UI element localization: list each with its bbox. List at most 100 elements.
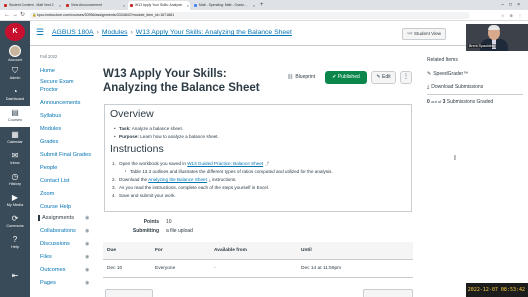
browser-tab-strip: Student Content - Matt Vest 2 × View Ann… — [0, 0, 528, 10]
course-nav-secure-exam[interactable]: Secure Exam — [40, 79, 74, 85]
course-nav-discussions[interactable]: Discussions ◉ — [40, 241, 89, 247]
instruction-step-3: 3. As you read the instructions, complet… — [112, 185, 270, 190]
window-controls[interactable]: –□× — [501, 0, 525, 10]
browser-tab[interactable]: Student Content - Matt Vest 2 × — [2, 1, 62, 10]
points-label: Points — [143, 219, 159, 225]
collapse-icon: ⇤ — [11, 271, 19, 280]
course-navigation: Fall 2022 Home Secure Exam Proctor Annou… — [30, 47, 98, 297]
institution-logo[interactable]: K — [5, 23, 25, 41]
until-cell: Dec 14 at 11:59pm — [301, 266, 342, 271]
global-nav-admin[interactable]: ⛉ Admin — [0, 66, 30, 80]
inbox-icon: ✉ — [11, 151, 19, 160]
global-nav-inbox[interactable]: ✉ Inbox — [0, 151, 30, 165]
course-nav-assignments[interactable]: Assignments ◉ — [38, 215, 89, 221]
browser-tab[interactable]: Matt - Spending: Matt - Grado... × — [192, 1, 256, 10]
new-tab-button[interactable]: + — [260, 1, 264, 9]
hamburger-menu-icon[interactable]: ☰ — [36, 27, 44, 38]
address-bar[interactable]: 🔒 kpcc.instructure.com/courses/30956/ass… — [30, 12, 470, 19]
external-link-icon: ⤴ — [265, 161, 270, 166]
analyzing-balance-sheet-link[interactable]: Analyzing the Balance Sheet — [148, 177, 207, 182]
course-nav-grades[interactable]: Grades — [40, 139, 58, 145]
guided-practice-link[interactable]: W13 Guided Practice: Balance Sheet — [187, 161, 263, 166]
instruction-step-4: 4. Save and submit your work. — [112, 193, 176, 198]
breadcrumb-separator-icon: › — [130, 29, 133, 36]
course-nav-modules[interactable]: Modules — [40, 126, 61, 132]
download-submissions-link[interactable]: ⤓ Download Submissions — [427, 84, 483, 90]
assignment-description: Overview Task: Analyze a balance sheet. … — [104, 104, 412, 212]
course-nav-files[interactable]: Files ◉ — [40, 254, 89, 260]
shield-icon: ⛉ — [12, 66, 18, 75]
breadcrumb-modules[interactable]: Modules — [102, 29, 128, 36]
course-nav-people[interactable]: People — [40, 165, 57, 171]
related-items-heading: Related Items — [427, 57, 458, 63]
sheets-favicon-icon — [194, 4, 197, 7]
edit-button[interactable]: ✎ Edit — [371, 71, 396, 84]
instruction-substep: Table 13.3 outlines and illustrates the … — [125, 169, 333, 174]
blueprint-icon: ⛓ — [287, 74, 294, 80]
course-header: ☰ AGBUS 180A › Modules › W13 Apply Your Skil… — [30, 21, 528, 46]
breadcrumb-course[interactable]: AGBUS 180A — [52, 29, 94, 36]
available-from-cell: - — [214, 266, 216, 271]
close-tab-icon[interactable]: × — [187, 1, 189, 10]
global-nav-my-media[interactable]: ▶ My Media — [0, 193, 30, 207]
global-navigation: K Account ⛉ Admin ◔ Dashboard ▤ Courses … — [0, 21, 30, 297]
published-button[interactable]: ✔ Published — [325, 71, 367, 84]
due-date-cell: Dec 10 — [107, 266, 123, 271]
course-nav-proctor[interactable]: Proctor — [40, 87, 58, 93]
overview-heading: Overview — [110, 108, 154, 120]
speedgrader-link[interactable]: ✎ SpeedGrader™ — [427, 71, 468, 77]
course-nav-submit-final-grades[interactable]: Submit Final Grades — [40, 152, 91, 158]
column-header: Available from — [214, 248, 247, 253]
table-header-row: Due For Available from Until — [103, 242, 413, 260]
right-sidebar: Related Items ✎ SpeedGrader™ ⤓ Download Su… — [421, 47, 528, 297]
global-nav-help[interactable]: ? Help — [0, 235, 30, 249]
course-nav-zoom[interactable]: Zoom — [40, 191, 54, 197]
course-nav-collaborations[interactable]: Collaborations ◉ — [40, 228, 89, 234]
close-tab-icon[interactable]: × — [59, 1, 61, 10]
column-header: Due — [107, 248, 117, 253]
browser-tab[interactable]: View Announcement × — [64, 1, 126, 10]
blueprint-toggle[interactable]: ⛓ Blueprint — [287, 74, 315, 80]
check-circle-icon: ✔ — [332, 74, 337, 80]
task-line: Task: Analyze a balance sheet. — [114, 126, 183, 131]
back-icon[interactable]: ← — [4, 11, 10, 20]
global-nav-history[interactable]: ◷ History — [0, 172, 30, 186]
close-tab-icon[interactable]: × — [253, 1, 255, 10]
browser-tab-active[interactable]: W13 Apply Your Skills: Analyzin × — [128, 1, 190, 10]
course-nav-announcements[interactable]: Announcements — [40, 100, 80, 106]
column-header: Until — [301, 248, 312, 253]
clock-icon: ◷ — [11, 172, 19, 181]
global-nav-dashboard[interactable]: ◔ Dashboard — [0, 87, 30, 101]
student-view-button[interactable]: 👓 Student View — [402, 28, 447, 40]
more-options-button[interactable]: ⋮ — [400, 71, 412, 84]
breadcrumb-current-page[interactable]: W13 Apply Your Skills: Analyzing the Bal… — [136, 29, 292, 36]
previous-module-button[interactable] — [105, 289, 153, 297]
collapse-nav-button[interactable]: ⇤ — [0, 271, 30, 281]
download-icon[interactable]: ⤓ — [209, 177, 211, 182]
reload-icon[interactable]: ↻ — [20, 11, 25, 20]
course-nav-contact-list[interactable]: Contact List — [40, 178, 70, 184]
lock-icon: 🔒 — [32, 13, 37, 17]
eye-icon: ◉ — [85, 215, 90, 221]
forward-icon[interactable]: → — [12, 11, 18, 20]
kebab-menu-icon: ⋮ — [403, 74, 409, 80]
mouse-cursor-icon: I — [454, 155, 456, 162]
speedgrader-icon: ✎ — [427, 71, 432, 77]
global-nav-calendar[interactable]: ▦ Calendar — [0, 130, 30, 144]
media-icon: ▶ — [11, 193, 19, 202]
course-nav-course-help[interactable]: Course Help — [40, 204, 71, 210]
course-nav-outcomes[interactable]: Outcomes ◉ — [40, 267, 89, 273]
next-module-button[interactable] — [363, 289, 413, 297]
global-nav-courses[interactable]: ▤ Courses — [0, 106, 30, 127]
course-nav-pages[interactable]: Pages ◉ — [40, 280, 89, 286]
for-cell: Everyone — [155, 266, 176, 271]
eye-icon: ◉ — [85, 280, 90, 286]
extensions-icons[interactable]: ☆ ⊕ ⋮ — [501, 12, 524, 19]
close-tab-icon[interactable]: × — [123, 1, 125, 10]
canvas-favicon-icon — [130, 4, 133, 7]
course-nav-home[interactable]: Home — [40, 68, 55, 74]
table-row: Dec 10 Everyone - Dec 14 at 11:59pm — [103, 260, 413, 278]
global-nav-account[interactable]: Account — [0, 45, 30, 62]
global-nav-commons[interactable]: ⟳ Commons — [0, 214, 30, 228]
course-nav-syllabus[interactable]: Syllabus — [40, 113, 61, 119]
